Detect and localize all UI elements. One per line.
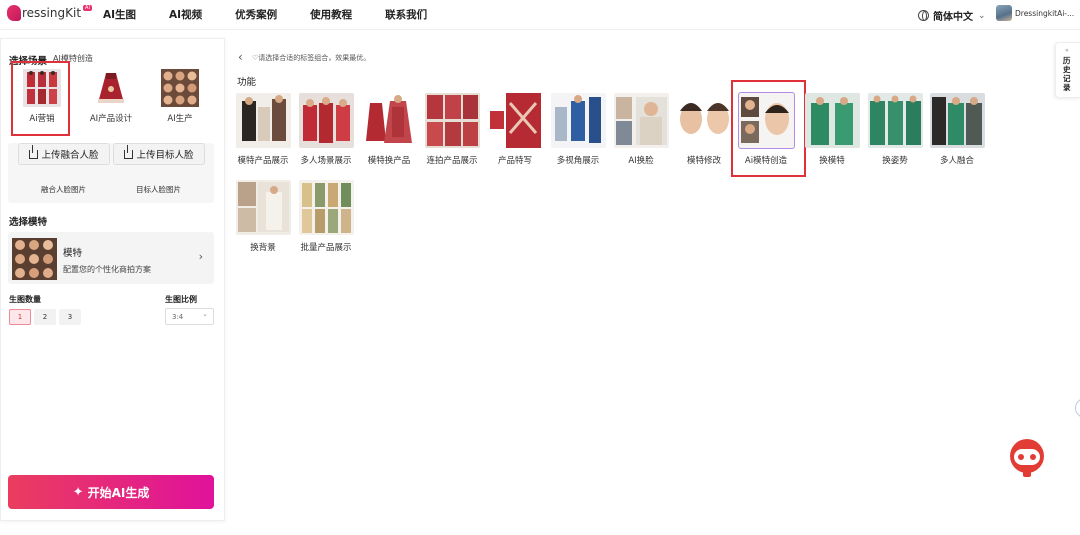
scene-ai-production[interactable]: AI生产 bbox=[153, 69, 207, 124]
user-menu[interactable]: DressingkitAi-... bbox=[996, 5, 1074, 21]
function-thumbnail bbox=[235, 93, 291, 148]
function-thumbnail bbox=[298, 180, 354, 235]
logo-mark-icon bbox=[7, 5, 21, 21]
function-thumbnail bbox=[613, 93, 669, 148]
model-section-title: 选择模特 bbox=[9, 217, 48, 228]
scene-thumbnail bbox=[92, 69, 130, 107]
scene-ai-product-design[interactable]: AI产品设计 bbox=[84, 69, 138, 124]
upload-merge-label: 上传融合人脸 bbox=[41, 150, 99, 161]
nav-tutorial[interactable]: 使用教程 bbox=[310, 7, 352, 22]
function-model-edit[interactable]: 模特修改 bbox=[675, 93, 733, 166]
history-label: 历史记录 bbox=[1063, 56, 1071, 92]
function-model-change-product[interactable]: 模特换产品 bbox=[360, 93, 418, 166]
collapse-icon: « bbox=[1065, 47, 1069, 54]
tip-text: ♡请选择合适的标签组合，效果最优。 bbox=[252, 54, 371, 62]
function-thumbnail bbox=[550, 93, 606, 148]
nav-cases[interactable]: 优秀案例 bbox=[235, 7, 277, 22]
function-thumbnail bbox=[298, 93, 354, 148]
function-change-pose[interactable]: 换姿势 bbox=[866, 93, 924, 166]
function-change-model[interactable]: 换模特 bbox=[803, 93, 861, 166]
function-thumbnail bbox=[676, 93, 732, 148]
function-label: 模特修改 bbox=[686, 156, 721, 166]
function-label: 产品特写 bbox=[497, 156, 532, 166]
nav-ai-video[interactable]: AI视频 bbox=[169, 7, 202, 22]
function-thumbnail bbox=[424, 93, 480, 148]
target-face-hint: 目标人脸图片 bbox=[136, 185, 181, 194]
function-thumbnail bbox=[487, 93, 543, 148]
function-multi-person-scene[interactable]: 多人场景展示 bbox=[297, 93, 355, 166]
chevron-down-icon: ⌄ bbox=[202, 310, 208, 318]
upload-target-face-button[interactable]: 上传目标人脸 bbox=[113, 143, 205, 165]
generate-label: 开始AI生成 bbox=[87, 485, 150, 500]
ratio-value: 3:4 bbox=[172, 312, 184, 321]
function-label: 连拍产品展示 bbox=[426, 156, 478, 166]
model-card-desc: 配置您的个性化商拍方案 bbox=[63, 265, 151, 274]
function-multi-person-merge[interactable]: 多人融合 bbox=[928, 93, 986, 166]
count-option-3[interactable]: 3 bbox=[59, 309, 81, 325]
count-label: 生图数量 bbox=[9, 295, 41, 304]
function-burst-product-display[interactable]: 连拍产品展示 bbox=[423, 93, 481, 166]
function-label: AI换脸 bbox=[628, 156, 654, 166]
upload-merge-face-button[interactable]: 上传融合人脸 bbox=[18, 143, 110, 165]
assistant-robot-icon[interactable] bbox=[1004, 437, 1050, 479]
upload-icon bbox=[124, 144, 134, 159]
magic-wand-icon: ✦ bbox=[72, 484, 84, 500]
scene-thumbnail bbox=[161, 69, 199, 107]
history-tab[interactable]: « 历史记录 bbox=[1055, 42, 1080, 98]
start-generate-button[interactable]: ✦ 开始AI生成 bbox=[8, 475, 214, 509]
ratio-label: 生图比例 bbox=[165, 295, 197, 304]
function-model-product-display[interactable]: 模特产品展示 bbox=[234, 93, 292, 166]
model-thumbnail bbox=[12, 238, 57, 280]
main-nav: AI生图 AI视频 优秀案例 使用教程 联系我们 bbox=[103, 7, 460, 22]
function-label: 模特换产品 bbox=[367, 156, 411, 166]
scene-label: AI产品设计 bbox=[89, 114, 133, 124]
function-label: 批量产品展示 bbox=[300, 243, 352, 253]
merge-face-hint: 融合人脸图片 bbox=[41, 185, 86, 194]
count-option-2[interactable]: 2 bbox=[34, 309, 56, 325]
function-label: 多人融合 bbox=[939, 156, 974, 166]
side-handle[interactable] bbox=[1075, 398, 1080, 418]
upload-icon bbox=[29, 144, 39, 159]
function-batch-product-display[interactable]: 批量产品展示 bbox=[297, 180, 355, 253]
function-thumbnail bbox=[867, 93, 923, 148]
function-label: 换模特 bbox=[819, 156, 845, 166]
top-navigation-bar: ressingKit AI AI生图 AI视频 优秀案例 使用教程 联系我们 简… bbox=[0, 0, 1080, 30]
function-label: 多人场景展示 bbox=[300, 156, 352, 166]
ratio-select[interactable]: 3:4 ⌄ bbox=[165, 308, 214, 325]
function-ai-face-swap[interactable]: AI换脸 bbox=[612, 93, 670, 166]
language-selector[interactable]: 简体中文 ⌄ bbox=[918, 8, 986, 23]
upload-target-label: 上传目标人脸 bbox=[136, 150, 194, 161]
language-label: 简体中文 bbox=[933, 12, 973, 23]
globe-icon bbox=[918, 10, 929, 21]
function-thumbnail bbox=[929, 93, 985, 148]
highlight-box bbox=[11, 61, 70, 136]
highlight-box bbox=[731, 80, 806, 177]
scene-label: AI生产 bbox=[167, 114, 193, 124]
function-thumbnail bbox=[804, 93, 860, 148]
nav-contact[interactable]: 联系我们 bbox=[385, 7, 427, 22]
function-label: 多视角展示 bbox=[556, 156, 600, 166]
model-selector-card[interactable]: 模特 配置您的个性化商拍方案 › bbox=[8, 232, 214, 284]
chevron-down-icon: ⌄ bbox=[978, 10, 986, 21]
function-label: 换背景 bbox=[250, 243, 276, 253]
chevron-right-icon: › bbox=[198, 250, 203, 263]
function-multi-angle-display[interactable]: 多视角展示 bbox=[549, 93, 607, 166]
back-arrow-icon[interactable]: ‹ bbox=[238, 50, 243, 64]
function-thumbnail bbox=[361, 93, 417, 148]
tip-text-content: 请选择合适的标签组合，效果最优。 bbox=[258, 54, 371, 62]
function-label: 模特产品展示 bbox=[237, 156, 289, 166]
nav-ai-image[interactable]: AI生图 bbox=[103, 7, 136, 22]
model-card-title: 模特 bbox=[63, 248, 83, 259]
function-product-closeup[interactable]: 产品特写 bbox=[486, 93, 544, 166]
user-name: DressingkitAi-... bbox=[1015, 8, 1075, 18]
avatar bbox=[996, 5, 1012, 21]
function-label: 换姿势 bbox=[882, 156, 908, 166]
logo-badge: AI bbox=[83, 5, 92, 11]
logo-text: ressingKit bbox=[22, 6, 82, 20]
function-change-background[interactable]: 换背景 bbox=[234, 180, 292, 253]
function-section-title: 功能 bbox=[237, 77, 257, 88]
logo[interactable]: ressingKit AI bbox=[7, 5, 92, 21]
count-option-1[interactable]: 1 bbox=[9, 309, 31, 325]
function-thumbnail bbox=[235, 180, 291, 235]
